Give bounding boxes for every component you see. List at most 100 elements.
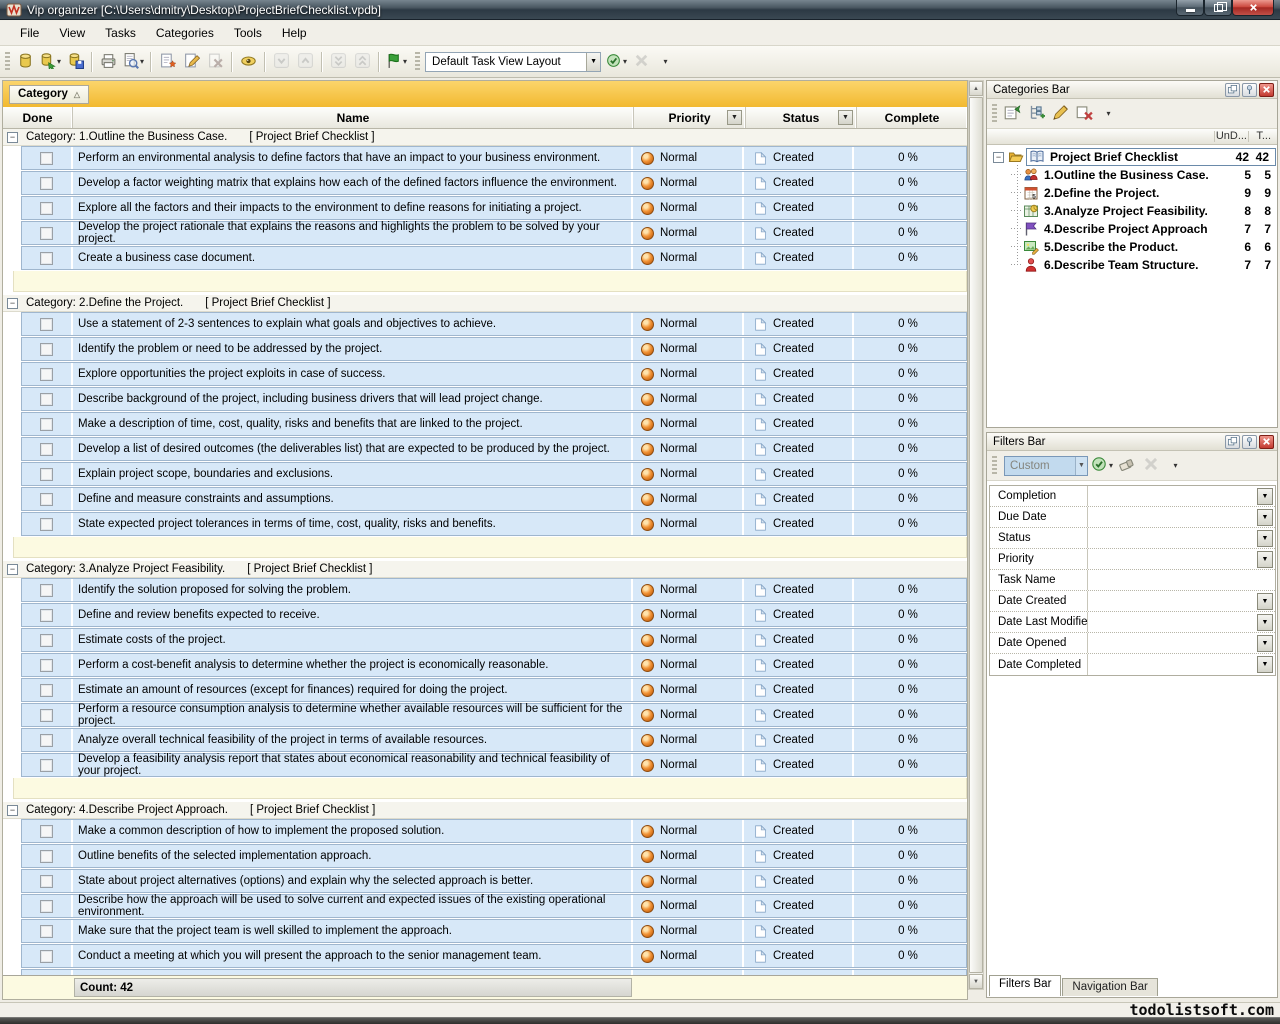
priority-cell[interactable]: Normal [633, 338, 744, 360]
task-name-cell[interactable]: Estimate an amount of resources (except … [73, 679, 633, 701]
done-checkbox[interactable] [40, 518, 53, 531]
status-cell[interactable]: Created [744, 845, 854, 867]
done-checkbox[interactable] [40, 734, 53, 747]
status-cell[interactable]: Created [744, 754, 854, 776]
filter-dropdown-icon[interactable]: ▼ [1257, 509, 1273, 526]
status-cell[interactable]: Created [744, 388, 854, 410]
task-name-cell[interactable]: Explore all the factors and their impact… [73, 197, 633, 219]
priority-cell[interactable]: Normal [633, 604, 744, 626]
toolbar-options-button[interactable]: ▾ [653, 50, 677, 74]
done-checkbox[interactable] [40, 925, 53, 938]
filters-pin-button[interactable] [1242, 435, 1257, 449]
task-row[interactable]: Describe background of the project, incl… [21, 387, 967, 411]
priority-cell[interactable]: Normal [633, 247, 744, 269]
task-name-cell[interactable]: Explore opportunities the project exploi… [73, 363, 633, 385]
status-cell[interactable]: Created [744, 729, 854, 751]
task-row[interactable]: Define and measure constraints and assum… [21, 487, 967, 511]
done-checkbox[interactable] [40, 152, 53, 165]
dropdown-caret-icon[interactable]: ▾ [623, 57, 627, 66]
collapse-icon[interactable]: − [7, 805, 18, 816]
status-cell[interactable]: Created [744, 604, 854, 626]
print-button[interactable] [96, 50, 120, 74]
filters-close-button[interactable] [1259, 435, 1274, 449]
collapse-icon[interactable]: − [7, 564, 18, 575]
priority-cell[interactable]: Normal [633, 654, 744, 676]
priority-cell[interactable]: Normal [633, 463, 744, 485]
column-header-status[interactable]: Status▼ [746, 107, 857, 128]
priority-cell[interactable]: Normal [633, 197, 744, 219]
done-checkbox[interactable] [40, 634, 53, 647]
notification-button[interactable]: ▾ [383, 50, 409, 74]
filter-dropdown-icon[interactable]: ▼ [1257, 593, 1273, 610]
task-name-cell[interactable]: Conduct a meeting at which you will pres… [73, 945, 633, 967]
scrollbar-thumb[interactable] [969, 97, 983, 973]
filters-toolbar-grip[interactable] [992, 456, 997, 476]
close-view-button[interactable] [629, 50, 653, 74]
priority-cell[interactable]: Normal [633, 147, 744, 169]
priority-cell[interactable]: Normal [633, 388, 744, 410]
task-row[interactable]: Outline benefits of the selected impleme… [21, 844, 967, 868]
priority-cell[interactable]: Normal [633, 820, 744, 842]
categories-pin-button[interactable] [1242, 83, 1257, 97]
dropdown-caret-icon[interactable]: ▾ [57, 57, 61, 66]
task-row[interactable]: Use a statement of 2-3 sentences to expl… [21, 312, 967, 336]
task-row[interactable]: Identify the solution proposed for solvi… [21, 578, 967, 602]
total-column-header[interactable]: T... [1256, 130, 1271, 142]
status-cell[interactable]: Created [744, 920, 854, 942]
filter-preset-arrow-icon[interactable]: ▼ [1075, 457, 1087, 475]
more-filter-options-button[interactable]: ▾ [1163, 454, 1187, 478]
priority-cell[interactable]: Normal [633, 172, 744, 194]
done-checkbox[interactable] [40, 343, 53, 356]
filter-dropdown-icon[interactable]: ▼ [1257, 488, 1273, 505]
categories-restore-button[interactable] [1225, 83, 1240, 97]
apply-filter-button[interactable]: ▾ [1088, 454, 1115, 478]
done-checkbox[interactable] [40, 709, 53, 722]
task-name-cell[interactable]: Use a statement of 2-3 sentences to expl… [73, 313, 633, 335]
done-checkbox[interactable] [40, 584, 53, 597]
dropdown-caret-icon[interactable]: ▾ [403, 57, 407, 66]
tab-filters-bar[interactable]: Filters Bar [989, 975, 1061, 996]
done-checkbox[interactable] [40, 393, 53, 406]
status-cell[interactable]: Created [744, 147, 854, 169]
status-cell[interactable]: Created [744, 172, 854, 194]
status-filter-dropdown-icon[interactable]: ▼ [838, 110, 853, 125]
move-up-button[interactable] [293, 50, 317, 74]
task-row[interactable]: State about project alternatives (option… [21, 869, 967, 893]
column-header-complete[interactable]: Complete [857, 107, 967, 128]
task-row[interactable]: Develop a feasibility analysis report th… [21, 753, 967, 777]
priority-cell[interactable]: Normal [633, 313, 744, 335]
delete-filter-button[interactable] [1139, 454, 1163, 478]
dropdown-caret-icon[interactable]: ▾ [1106, 109, 1110, 118]
category-group-header[interactable]: −Category: 2.Define the Project.[ Projec… [3, 295, 967, 312]
task-row[interactable]: Explore all the factors and their impact… [21, 196, 967, 220]
priority-cell[interactable]: Normal [633, 845, 744, 867]
priority-cell[interactable]: Normal [633, 363, 744, 385]
layout-combo-arrow-icon[interactable]: ▼ [586, 53, 600, 71]
new-category-button[interactable] [1000, 102, 1024, 126]
status-cell[interactable]: Created [744, 654, 854, 676]
open-database-button[interactable]: ▾ [37, 50, 63, 74]
done-checkbox[interactable] [40, 443, 53, 456]
filter-dropdown-icon[interactable]: ▼ [1257, 551, 1273, 568]
task-row[interactable]: Make a description of time, cost, qualit… [21, 412, 967, 436]
task-name-cell[interactable]: Describe background of the project, incl… [73, 388, 633, 410]
status-cell[interactable]: Created [744, 679, 854, 701]
category-group-header[interactable]: −Category: 1.Outline the Business Case.[… [3, 129, 967, 146]
task-name-cell[interactable]: Outline benefits of the selected impleme… [73, 845, 633, 867]
done-checkbox[interactable] [40, 368, 53, 381]
task-name-cell[interactable]: Perform a resource consumption analysis … [73, 704, 633, 726]
category-group-header[interactable]: −Category: 3.Analyze Project Feasibility… [3, 561, 967, 578]
priority-cell[interactable]: Normal [633, 438, 744, 460]
done-checkbox[interactable] [40, 900, 53, 913]
task-row[interactable]: Define and review benefits expected to r… [21, 603, 967, 627]
toolbar-grip[interactable] [5, 52, 10, 72]
done-checkbox[interactable] [40, 684, 53, 697]
task-name-cell[interactable]: State expected project tolerances in ter… [73, 513, 633, 535]
filter-dropdown-icon[interactable]: ▼ [1257, 656, 1273, 673]
priority-cell[interactable]: Normal [633, 870, 744, 892]
status-cell[interactable]: Created [744, 579, 854, 601]
task-row[interactable]: Identify the problem or need to be addre… [21, 337, 967, 361]
done-checkbox[interactable] [40, 418, 53, 431]
task-row[interactable]: State expected project tolerances in ter… [21, 512, 967, 536]
task-name-cell[interactable]: Develop a factor weighting matrix that e… [73, 172, 633, 194]
